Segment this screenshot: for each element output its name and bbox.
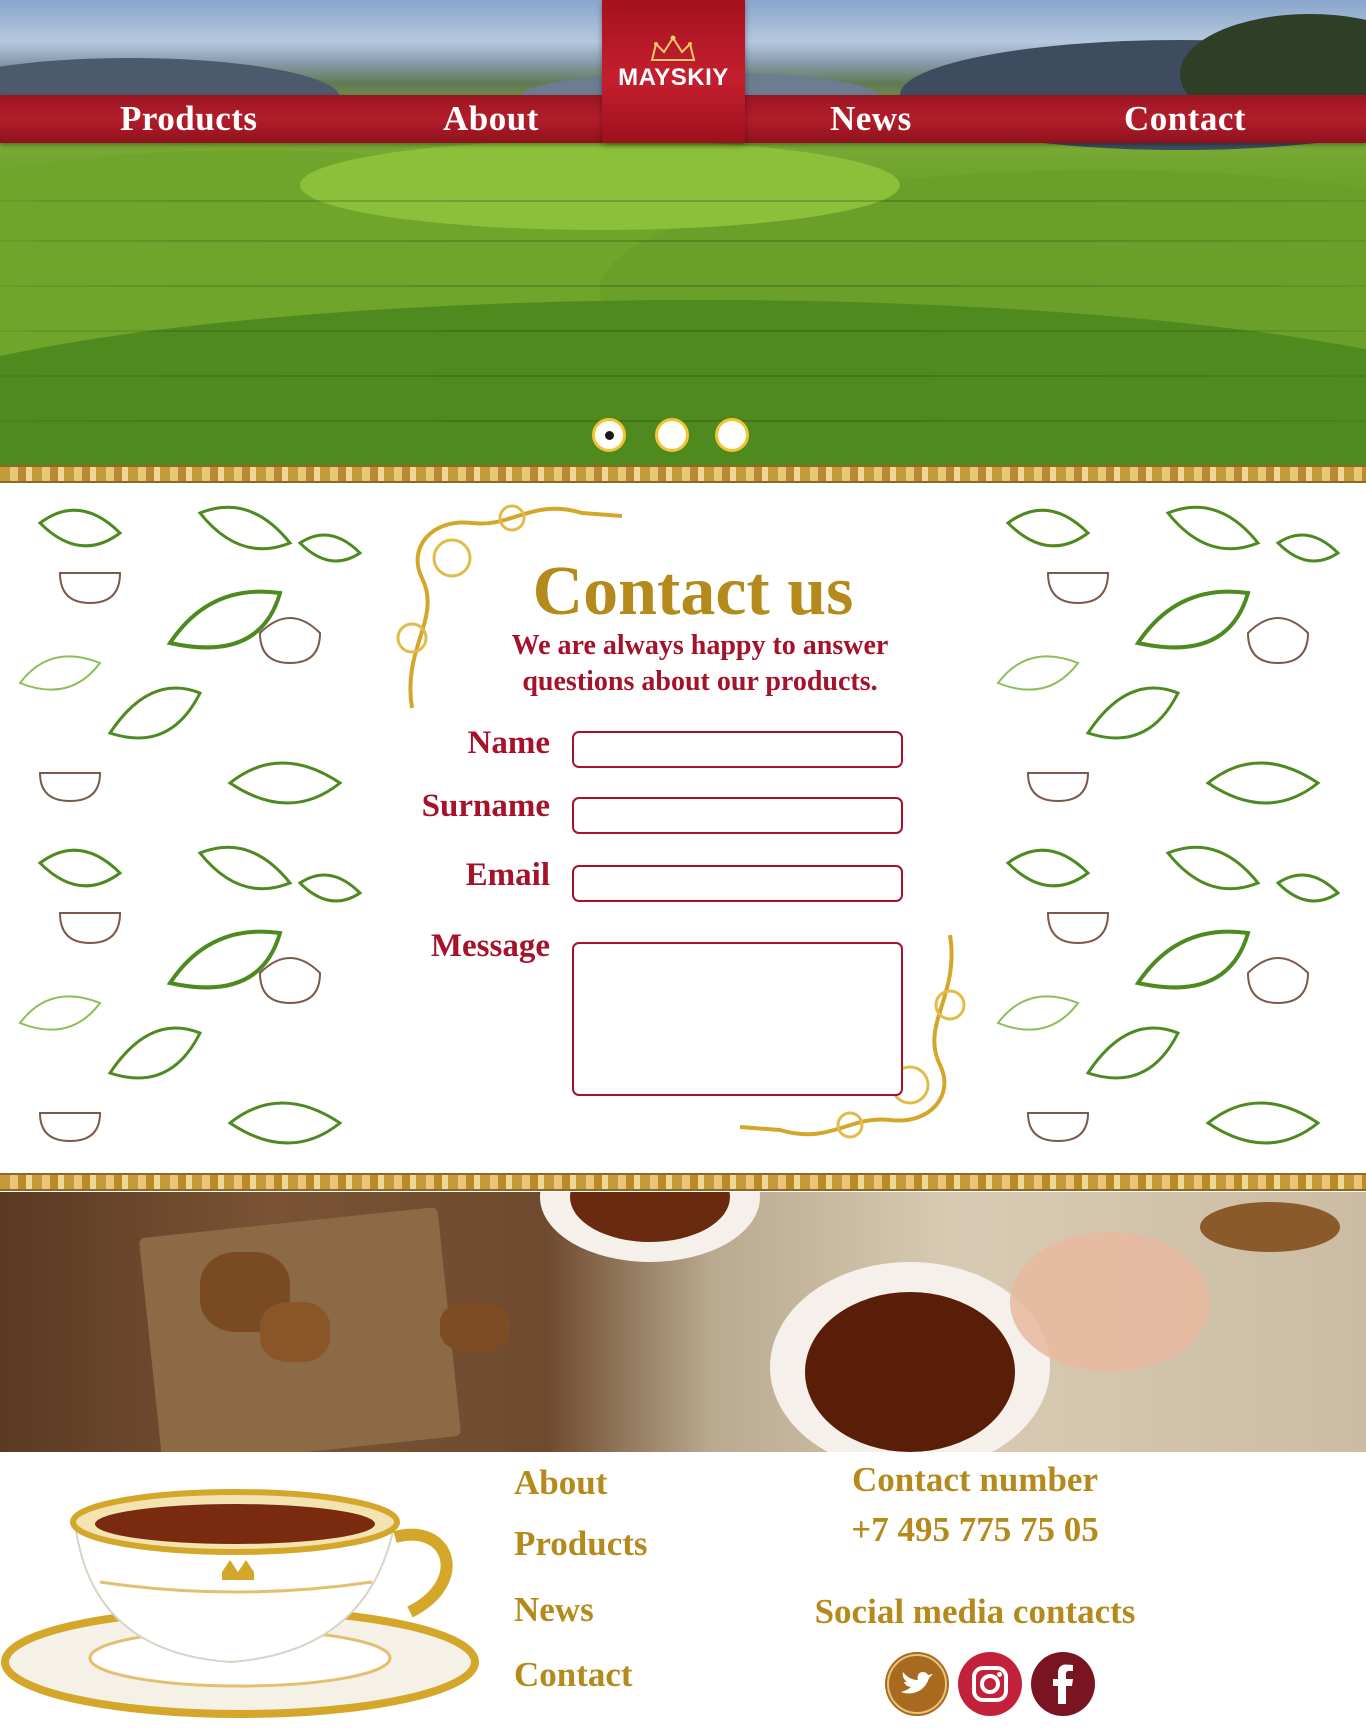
slider-dots — [592, 418, 752, 452]
slider-dot-2[interactable] — [655, 418, 689, 452]
instagram-button[interactable] — [958, 1652, 1022, 1716]
name-label: Name — [467, 725, 550, 761]
logo-wordmark: MAYSKIY — [618, 64, 729, 91]
hero-banner: Products About News Contact MAYSKIY — [0, 0, 1366, 465]
surname-label: Surname — [421, 788, 550, 824]
footer-link-news[interactable]: News — [514, 1590, 594, 1630]
name-field[interactable] — [572, 731, 903, 768]
message-field[interactable] — [572, 942, 903, 1096]
phone-number[interactable]: +7 495 775 75 05 — [800, 1510, 1150, 1550]
slider-dot-1[interactable] — [592, 418, 626, 452]
twitter-button[interactable] — [885, 1652, 949, 1716]
tea-table-photo — [0, 1192, 1366, 1452]
gold-border-bottom — [0, 1173, 1366, 1191]
footer-link-products[interactable]: Products — [514, 1524, 648, 1564]
message-label: Message — [430, 928, 550, 964]
contact-subtitle: We are always happy to answer questions … — [470, 628, 930, 700]
social-heading: Social media contacts — [814, 1592, 1136, 1631]
surname-field[interactable] — [572, 797, 903, 834]
instagram-icon — [972, 1666, 1008, 1702]
contact-subtitle-line-1: We are always happy to answer — [511, 630, 889, 661]
crown-icon — [650, 35, 696, 61]
footer-link-about[interactable]: About — [514, 1463, 607, 1503]
contact-title: Contact us — [532, 553, 854, 630]
brand-logo[interactable]: MAYSKIY — [602, 0, 745, 143]
contact-subtitle-line-2: questions about our products. — [522, 666, 878, 697]
slider-dot-3[interactable] — [715, 418, 749, 452]
facebook-icon — [1053, 1664, 1073, 1704]
facebook-button[interactable] — [1031, 1652, 1095, 1716]
gold-border-top — [0, 465, 1366, 483]
nav-contact[interactable]: Contact — [1124, 95, 1246, 143]
footer-link-contact[interactable]: Contact — [514, 1655, 633, 1695]
email-field[interactable] — [572, 865, 903, 902]
email-label: Email — [465, 857, 550, 893]
nav-products[interactable]: Products — [120, 95, 258, 143]
teacup-illustration — [1, 1489, 479, 1718]
contact-number-heading: Contact number — [852, 1460, 1098, 1499]
nav-about[interactable]: About — [443, 95, 539, 143]
nav-news[interactable]: News — [830, 95, 912, 143]
twitter-icon — [887, 1654, 947, 1714]
